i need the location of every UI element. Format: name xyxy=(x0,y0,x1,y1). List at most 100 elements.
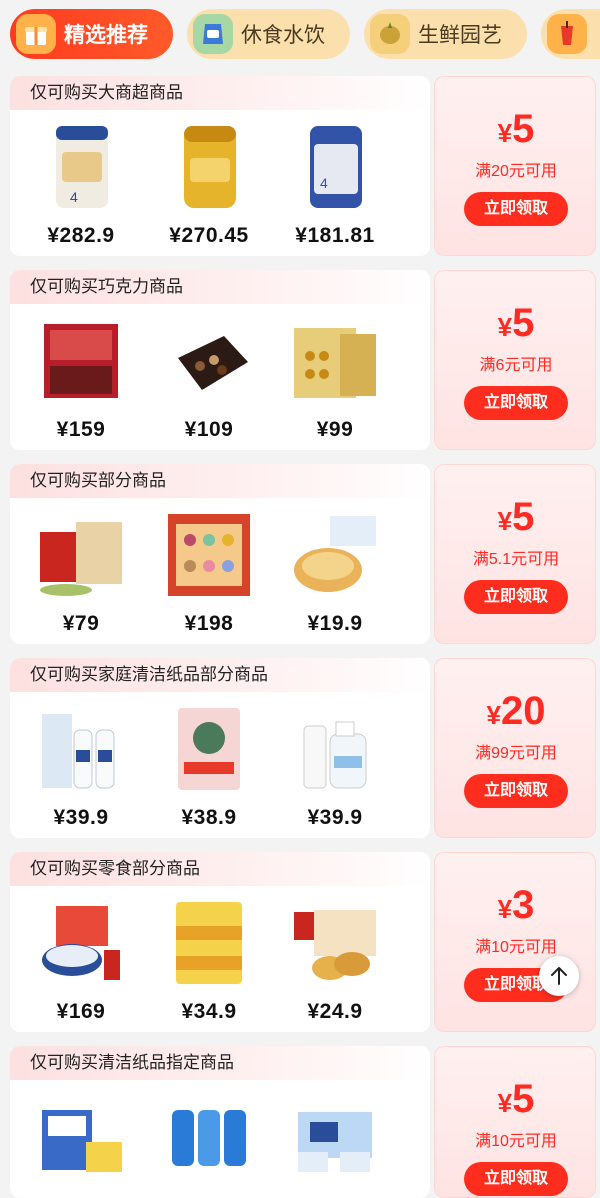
product-item[interactable]: ¥39.9 xyxy=(280,698,390,838)
gift-box-icon xyxy=(16,14,56,54)
infant-formula-can: 4 xyxy=(56,126,108,208)
coupon-card: 仅可购买零食部分商品 ¥169 ¥34.9 ¥24.9 ¥3 满10元可用 立即… xyxy=(10,852,596,1032)
tissue-boxes xyxy=(298,1112,372,1172)
tab-label: 休食水饮 xyxy=(241,24,325,47)
product-price: ¥39.9 xyxy=(307,806,363,829)
cookie-tin-gift xyxy=(42,906,120,980)
coupon-panel: ¥3 满10元可用 立即领取 xyxy=(434,852,596,1032)
red-chocolate-box xyxy=(44,324,118,398)
product-item[interactable]: ¥169 xyxy=(26,892,136,1032)
product-item[interactable]: ¥19.9 xyxy=(280,504,390,644)
coupon-amount: ¥3 xyxy=(497,883,535,927)
tab-fresh-garden[interactable]: 生鲜园艺 xyxy=(364,9,527,59)
snack-bag-icon xyxy=(193,14,233,54)
product-item[interactable] xyxy=(154,1086,264,1198)
product-item[interactable]: ¥198 xyxy=(154,504,264,644)
coupon-panel: ¥5 满10元可用 立即领取 xyxy=(434,1046,596,1198)
bread-pack xyxy=(294,516,376,592)
product-price: ¥34.9 xyxy=(181,1000,237,1023)
tab-featured[interactable]: 精选推荐 xyxy=(10,9,173,59)
tab-more[interactable] xyxy=(541,9,600,59)
coupon-panel: ¥20 满99元可用 立即领取 xyxy=(434,658,596,838)
gold-formula-can xyxy=(184,126,236,208)
biscuit-packs xyxy=(176,902,242,984)
paper-rolls xyxy=(172,1110,246,1166)
svg-text:4: 4 xyxy=(320,175,328,191)
product-item[interactable] xyxy=(26,1086,136,1198)
coupon-panel: ¥5 满5.1元可用 立即领取 xyxy=(434,464,596,644)
product-item[interactable]: ¥99 xyxy=(280,310,390,450)
coupon-amount: ¥5 xyxy=(497,495,535,539)
coupon-scope-title: 仅可购买大商超商品 xyxy=(10,76,430,110)
product-price: ¥99 xyxy=(316,418,354,441)
product-item[interactable]: ¥79 xyxy=(26,504,136,644)
coupon-condition: 满6元可用 xyxy=(479,357,553,374)
drink-cup-icon xyxy=(547,14,587,54)
category-tabs: 精选推荐 休食水饮 生鲜园艺 xyxy=(0,0,600,70)
coupon-condition: 满5.1元可用 xyxy=(472,551,560,568)
coupon-amount: ¥5 xyxy=(497,301,535,345)
product-price: ¥181.81 xyxy=(295,224,375,247)
product-price: ¥24.9 xyxy=(307,1000,363,1023)
coupon-amount: ¥5 xyxy=(497,1077,535,1121)
dark-chocolate-box xyxy=(178,336,248,390)
product-price: ¥38.9 xyxy=(181,806,237,829)
blue-formula-can: 4 xyxy=(310,126,362,208)
product-price: ¥159 xyxy=(56,418,106,441)
product-item[interactable]: ¥270.45 xyxy=(154,116,264,256)
product-item[interactable] xyxy=(280,1086,390,1198)
gold-chocolate-box xyxy=(294,328,376,398)
coupon-panel: ¥5 满20元可用 立即领取 xyxy=(434,76,596,256)
coupon-card: 仅可购买大商超商品 4 ¥282.9 ¥270.45 4 ¥181.81 ¥5 … xyxy=(10,76,596,256)
product-panel: 仅可购买大商超商品 4 ¥282.9 ¥270.45 4 ¥181.81 xyxy=(10,76,430,256)
coupon-panel: ¥5 满6元可用 立即领取 xyxy=(434,270,596,450)
red-gift-box xyxy=(40,522,122,596)
coupon-condition: 满10元可用 xyxy=(475,939,557,956)
product-panel: 仅可购买清洁纸品指定商品 xyxy=(10,1046,430,1198)
product-price: ¥169 xyxy=(56,1000,106,1023)
product-price: ¥282.9 xyxy=(47,224,115,247)
product-panel: 仅可购买部分商品 ¥79 ¥198 ¥19.9 xyxy=(10,464,430,644)
coupon-card: 仅可购买清洁纸品指定商品 ¥5 满10元可用 立即领取 xyxy=(10,1046,596,1198)
back-to-top-button[interactable] xyxy=(539,956,579,996)
claim-button[interactable]: 立即领取 xyxy=(464,1162,568,1196)
tab-snacks-drinks[interactable]: 休食水饮 xyxy=(187,9,350,59)
product-item[interactable]: ¥34.9 xyxy=(154,892,264,1032)
coupon-scope-title: 仅可购买家庭清洁纸品部分商品 xyxy=(10,658,430,692)
tab-label: 精选推荐 xyxy=(64,24,148,47)
durian-icon xyxy=(370,14,410,54)
product-item[interactable]: 4 ¥181.81 xyxy=(280,116,390,256)
spray-bottles xyxy=(303,721,367,789)
claim-button[interactable]: 立即领取 xyxy=(464,192,568,226)
product-item[interactable]: ¥109 xyxy=(154,310,264,450)
coupon-card: 仅可购买巧克力商品 ¥159 ¥109 ¥99 ¥5 满6元可用 立即领取 xyxy=(10,270,596,450)
product-price: ¥270.45 xyxy=(169,224,249,247)
product-price: ¥19.9 xyxy=(307,612,363,635)
product-panel: 仅可购买家庭清洁纸品部分商品 ¥39.9 ¥38.9 ¥39.9 xyxy=(10,658,430,838)
product-item[interactable]: ¥38.9 xyxy=(154,698,264,838)
arrow-up-icon xyxy=(551,967,567,985)
product-panel: 仅可购买零食部分商品 ¥169 ¥34.9 ¥24.9 xyxy=(10,852,430,1032)
coupon-scope-title: 仅可购买清洁纸品指定商品 xyxy=(10,1046,430,1080)
claim-button[interactable]: 立即领取 xyxy=(464,774,568,808)
coupon-condition: 满20元可用 xyxy=(475,163,557,180)
claim-button[interactable]: 立即领取 xyxy=(464,386,568,420)
coupon-scope-title: 仅可购买巧克力商品 xyxy=(10,270,430,304)
product-item[interactable]: ¥159 xyxy=(26,310,136,450)
laundry-powder-bag xyxy=(178,708,240,790)
tissue-packs xyxy=(42,1110,122,1172)
coupon-scope-title: 仅可购买部分商品 xyxy=(10,464,430,498)
product-item[interactable]: 4 ¥282.9 xyxy=(26,116,136,256)
coupon-card: 仅可购买部分商品 ¥79 ¥198 ¥19.9 ¥5 满5.1元可用 立即领取 xyxy=(10,464,596,644)
cracker-box xyxy=(294,910,376,980)
product-panel: 仅可购买巧克力商品 ¥159 ¥109 ¥99 xyxy=(10,270,430,450)
tab-label: 生鲜园艺 xyxy=(418,24,502,47)
coupon-condition: 满99元可用 xyxy=(475,745,557,762)
coupon-scope-title: 仅可购买零食部分商品 xyxy=(10,852,430,886)
svg-text:4: 4 xyxy=(70,189,78,205)
product-price: ¥79 xyxy=(62,612,100,635)
product-item[interactable]: ¥24.9 xyxy=(280,892,390,1032)
product-item[interactable]: ¥39.9 xyxy=(26,698,136,838)
product-price: ¥198 xyxy=(184,612,234,635)
claim-button[interactable]: 立即领取 xyxy=(464,580,568,614)
